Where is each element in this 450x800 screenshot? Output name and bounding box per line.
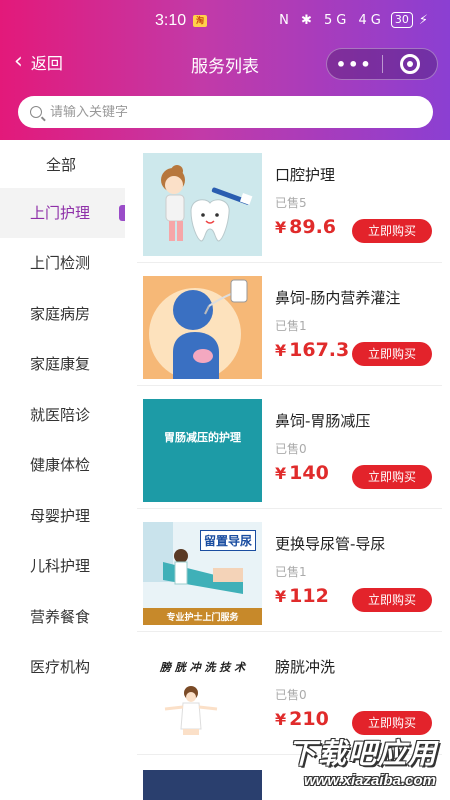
product-thumbnail-dental (143, 153, 262, 256)
category-label: 家庭康复 (30, 355, 91, 373)
more-dots-icon[interactable]: ••• (327, 55, 382, 74)
price-value: 167.3 (289, 339, 350, 361)
thumbnail-title: 留置导尿 (199, 530, 256, 551)
product-price: ¥112 (275, 585, 329, 607)
status-bar: 3:10 淘 N ✱ 5G 4G 30 ⚡ (0, 0, 450, 40)
category-label: 全部 (46, 156, 77, 174)
target-close-icon (399, 54, 420, 74)
product-price: ¥140 (275, 462, 329, 484)
category-item-institutions[interactable]: 医疗机构 (0, 642, 125, 692)
category-item-home-nursing[interactable]: 上门护理 (0, 188, 125, 238)
product-name: 膀胱冲洗 (275, 658, 336, 676)
category-label: 上门检测 (30, 254, 91, 272)
status-icons: N ✱ 5G 4G 30 ⚡ (279, 12, 432, 28)
watermark-title: 下载吧应用 (287, 737, 438, 770)
product-thumbnail-bladder: 膀 胱 冲 洗 技 术 (143, 645, 262, 748)
status-time: 3:10 (155, 12, 187, 29)
thumbnail-caption: 胃肠减压的护理 (164, 431, 241, 444)
buy-now-button[interactable]: 立即购买 (352, 465, 432, 489)
category-label: 就医陪诊 (30, 406, 91, 424)
category-item-home-rehab[interactable]: 家庭康复 (0, 339, 125, 389)
category-item-all[interactable]: 全部 (0, 140, 125, 190)
product-sold-count: 已售1 (275, 565, 307, 579)
product-item[interactable]: 口腔护理 已售5 ¥89.6 立即购买 (125, 140, 450, 263)
search-input[interactable] (50, 104, 410, 120)
buy-now-button[interactable]: 立即购买 (352, 219, 432, 243)
category-label: 上门护理 (30, 204, 91, 222)
search-icon (30, 106, 42, 118)
category-item-checkup[interactable]: 健康体检 (0, 440, 125, 490)
product-price: ¥210 (275, 708, 329, 730)
watermark-logo: 下载吧应用 www.xiazaiba.com (254, 732, 442, 794)
category-item-nutrition[interactable]: 营养餐食 (0, 592, 125, 642)
product-name: 口腔护理 (275, 166, 336, 184)
category-item-home-ward[interactable]: 家庭病房 (0, 289, 125, 339)
product-sold-count: 已售5 (275, 196, 307, 210)
currency-symbol: ¥ (275, 341, 287, 360)
category-item-escort[interactable]: 就医陪诊 (0, 390, 125, 440)
product-name: 鼻饲-胃肠减压 (275, 412, 371, 430)
price-value: 112 (289, 585, 329, 607)
thumbnail-caption: 专业护士上门服务 (166, 613, 239, 623)
buy-now-button[interactable]: 立即购买 (352, 342, 432, 366)
product-price: ¥167.3 (275, 339, 349, 361)
product-sold-count: 已售0 (275, 688, 307, 702)
price-value: 140 (289, 462, 329, 484)
product-sold-count: 已售1 (275, 319, 307, 333)
close-button[interactable] (383, 54, 438, 74)
price-value: 89.6 (289, 216, 337, 238)
product-item[interactable]: 留置导尿 专业护士上门服务 更换导尿管-导尿 已售1 ¥112 立即购买 (125, 509, 450, 632)
product-list: 口腔护理 已售5 ¥89.6 立即购买 鼻饲-肠内营养灌注 已售1 ¥167.3… (125, 140, 450, 800)
product-sold-count: 已售0 (275, 442, 307, 456)
product-name: 鼻饲-肠内营养灌注 (275, 289, 401, 307)
category-label: 营养餐食 (30, 608, 91, 626)
charging-icon: ⚡ (418, 12, 432, 28)
notification-badge: 淘 (193, 15, 207, 27)
buy-now-button[interactable]: 立即购买 (352, 588, 432, 612)
product-thumbnail-catheter: 留置导尿 专业护士上门服务 (143, 522, 262, 625)
category-item-pediatric[interactable]: 儿科护理 (0, 541, 125, 591)
category-item-maternal[interactable]: 母婴护理 (0, 491, 125, 541)
product-thumbnail-gastric: 胃肠减压的护理 (143, 399, 262, 502)
category-item-home-testing[interactable]: 上门检测 (0, 238, 125, 288)
mini-program-capsule: ••• (326, 48, 438, 80)
currency-symbol: ¥ (275, 710, 287, 729)
category-label: 母婴护理 (30, 507, 91, 525)
product-name: 更换导尿管-导尿 (275, 535, 386, 553)
currency-symbol: ¥ (275, 464, 287, 483)
product-price: ¥89.6 (275, 216, 336, 238)
product-item[interactable]: 鼻饲-肠内营养灌注 已售1 ¥167.3 立即购买 (125, 263, 450, 386)
category-label: 健康体检 (30, 456, 91, 474)
battery-icon: 30 (390, 12, 413, 28)
product-item[interactable]: 胃肠减压的护理 鼻饲-胃肠减压 已售0 ¥140 立即购买 (125, 386, 450, 509)
category-label: 医疗机构 (30, 658, 91, 676)
currency-symbol: ¥ (275, 218, 287, 237)
search-bar[interactable] (18, 96, 433, 128)
nav-bar: ‹ 返回 服务列表 ••• (0, 40, 450, 86)
watermark-url: www.xiazaiba.com (304, 772, 436, 789)
product-thumbnail-nasal-feeding (143, 276, 262, 379)
category-label: 家庭病房 (30, 305, 91, 323)
product-thumbnail-partial (143, 770, 262, 800)
currency-symbol: ¥ (275, 587, 287, 606)
category-sidebar: 全部 上门护理 上门检测 家庭病房 家庭康复 就医陪诊 健康体检 母婴护理 儿科… (0, 140, 125, 800)
category-label: 儿科护理 (30, 557, 91, 575)
price-value: 210 (289, 708, 329, 730)
network-icons: N ✱ 5G 4G (279, 12, 385, 28)
